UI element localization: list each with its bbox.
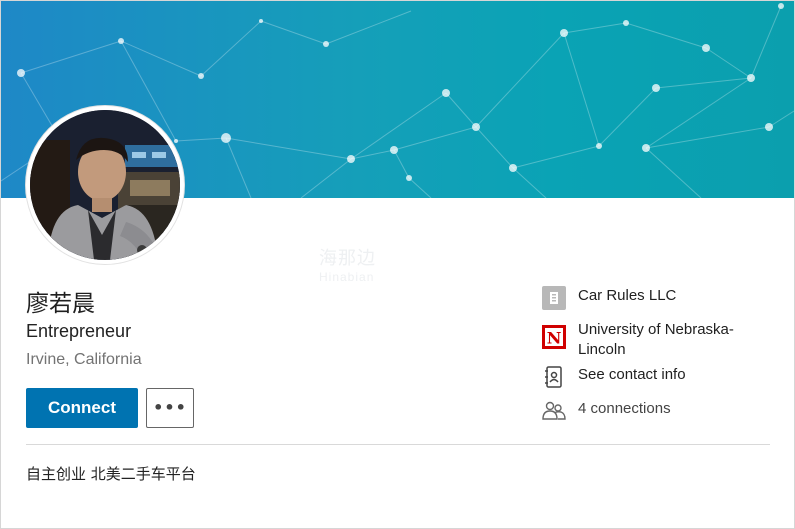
education-school[interactable]: N University of Nebraska-Lincoln: [542, 320, 782, 362]
section-divider: [26, 444, 770, 445]
profile-location: Irvine, California: [26, 351, 142, 368]
watermark-subtext: Hinabian: [319, 270, 375, 284]
connections-label: 4 connections: [578, 400, 671, 417]
people-icon: [542, 399, 566, 423]
profile-headline: Entrepreneur: [26, 321, 132, 341]
school-label: University of Nebraska-Lincoln: [578, 321, 734, 358]
profile-card: 海那边 Hinabian 廖若晨 Entrepreneur Irvine, Ca…: [0, 0, 795, 529]
current-company[interactable]: Car Rules LLC: [542, 286, 782, 312]
contact-info-link[interactable]: See contact info: [542, 365, 782, 391]
avatar-photo: [30, 110, 180, 260]
svg-text:N: N: [547, 329, 562, 348]
profile-name: 廖若晨: [26, 291, 95, 317]
more-actions-button[interactable]: •••: [146, 388, 194, 428]
company-label: Car Rules LLC: [578, 287, 677, 304]
more-icon: •••: [153, 398, 187, 417]
university-logo: N: [542, 325, 566, 349]
watermark: 海那边 Hinabian: [319, 244, 376, 284]
connect-button[interactable]: Connect: [26, 388, 138, 428]
avatar[interactable]: [26, 106, 184, 264]
profile-summary: 自主创业 北美二手车平台: [26, 465, 196, 483]
building-icon: [542, 286, 566, 310]
contact-card-icon: [542, 365, 566, 389]
watermark-text: 海那边: [319, 248, 376, 268]
contact-info-label: See contact info: [578, 366, 686, 383]
connections-link[interactable]: 4 connections: [542, 399, 782, 425]
